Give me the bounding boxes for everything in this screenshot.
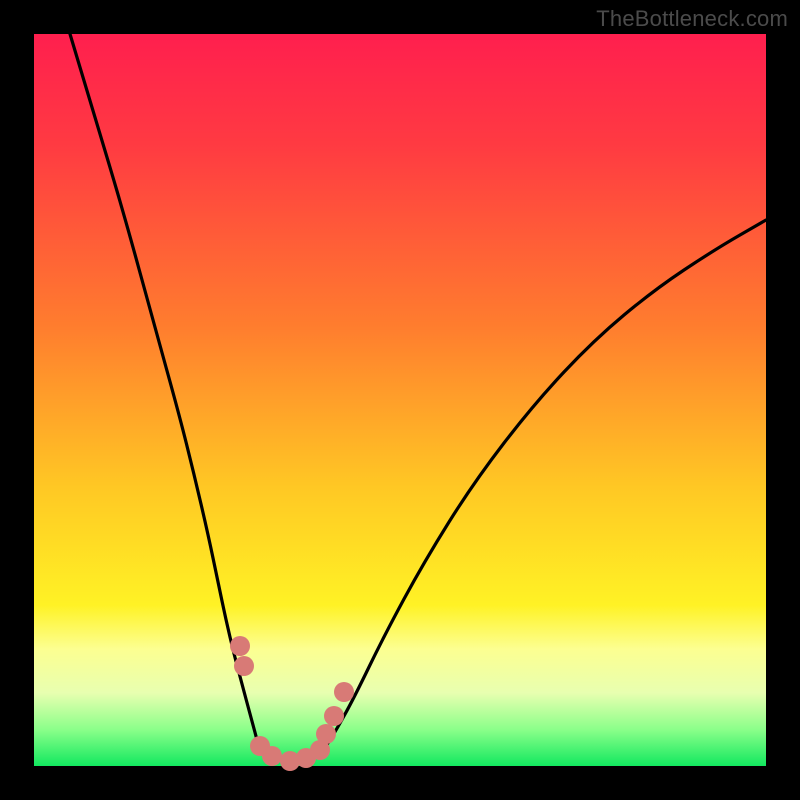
right-dot-3 xyxy=(334,682,354,702)
bottom-dot-2 xyxy=(262,746,282,766)
watermark-text: TheBottleneck.com xyxy=(596,6,788,32)
right-dot-1 xyxy=(316,724,336,744)
plot-gradient-area xyxy=(34,34,766,766)
outer-black-frame: TheBottleneck.com xyxy=(0,0,800,800)
curve-svg xyxy=(34,34,766,766)
right-dot-2 xyxy=(324,706,344,726)
left-dot-2 xyxy=(234,656,254,676)
left-dot-1 xyxy=(230,636,250,656)
bottleneck-curve xyxy=(70,34,766,761)
